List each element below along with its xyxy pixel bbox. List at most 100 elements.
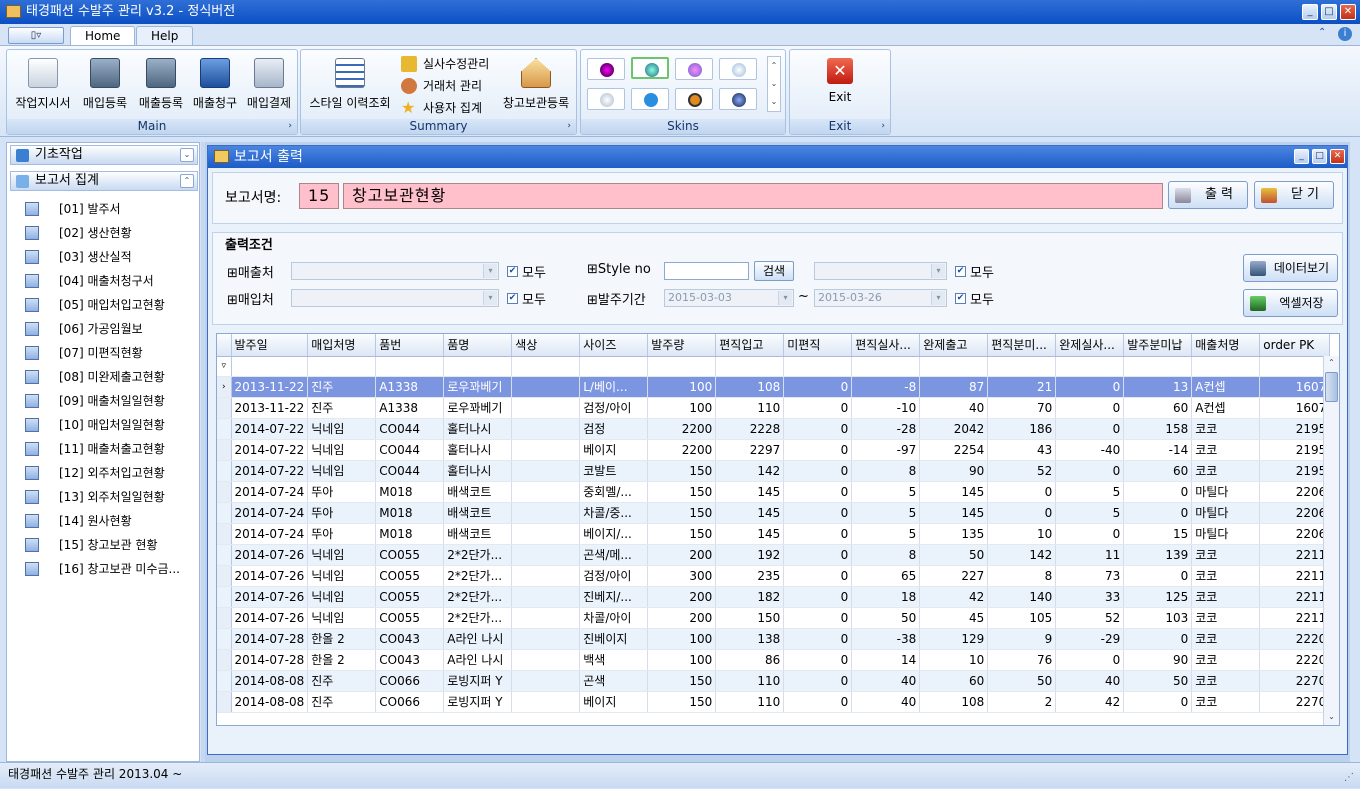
user-summary-button[interactable]: ★ 사용자 집계 <box>401 98 482 118</box>
table-cell[interactable]: 코코 <box>1191 670 1261 692</box>
table-cell[interactable]: 2014-07-24 <box>231 502 309 524</box>
close-report-button[interactable]: 닫 기 <box>1254 181 1334 209</box>
table-cell[interactable]: 로빙지퍼 Y <box>443 670 513 692</box>
chevron-up-icon[interactable]: ⌃ <box>180 174 194 188</box>
table-cell[interactable]: 0 <box>1123 691 1193 713</box>
column-header[interactable]: 발주량 <box>647 334 717 357</box>
column-header[interactable]: 매출처명 <box>1191 334 1261 357</box>
table-cell[interactable]: 52 <box>987 460 1057 482</box>
table-cell[interactable]: 2014-07-28 <box>231 628 309 650</box>
table-cell[interactable]: 139 <box>1123 544 1193 566</box>
row-indicator[interactable] <box>217 439 232 461</box>
table-cell[interactable]: A라인 나시 <box>443 649 513 671</box>
table-cell[interactable]: 차콜/중... <box>579 502 649 524</box>
table-cell[interactable]: 닉네임 <box>307 418 377 440</box>
resize-grip-icon[interactable]: ⋰ <box>1344 767 1354 789</box>
nav-item[interactable]: [13] 외주처일일현황 <box>25 487 165 507</box>
table-cell[interactable]: 2220 <box>1259 628 1331 650</box>
table-row[interactable]: 2014-08-08 진주 CO066 로빙지퍼 Y 베이지 150 110 0 40 108 2 4… <box>217 691 1331 713</box>
date-to-picker[interactable]: 2015-03-26 ▾ <box>814 289 947 307</box>
table-cell[interactable]: 홀터나시 <box>443 439 513 461</box>
table-cell[interactable]: 2220 <box>1259 649 1331 671</box>
table-cell[interactable]: 142 <box>715 460 785 482</box>
nav-item[interactable]: [15] 창고보관 현황 <box>25 535 158 555</box>
table-cell[interactable]: 0 <box>1123 502 1193 524</box>
table-cell[interactable]: 5 <box>851 481 921 503</box>
nav-section-reports[interactable]: 보고서 집계 ⌃ <box>10 171 198 191</box>
table-cell[interactable]: 13 <box>1123 376 1193 398</box>
table-cell[interactable]: 진베지/... <box>579 586 649 608</box>
table-cell[interactable]: A라인 나시 <box>443 628 513 650</box>
data-grid[interactable]: 발주일 매입처명 품번 품명 색상 사이즈 발주량 편직입고 미편직 편직실사... 완제출고 편직분… <box>216 333 1340 726</box>
table-cell[interactable]: 코코 <box>1191 460 1261 482</box>
period-all-checkbox[interactable]: ✔ <box>955 293 966 304</box>
filter-cell[interactable] <box>715 356 785 377</box>
table-cell[interactable]: 2042 <box>919 418 989 440</box>
table-cell[interactable] <box>511 628 581 650</box>
table-cell[interactable]: 40 <box>919 397 989 419</box>
table-cell[interactable]: 백색 <box>579 649 649 671</box>
warehouse-register-button[interactable]: 창고보관등록 <box>497 54 575 111</box>
filter-cell[interactable] <box>579 356 649 377</box>
table-cell[interactable]: CO043 <box>375 628 445 650</box>
purchase-register-button[interactable]: 매입등록 <box>79 54 131 111</box>
table-cell[interactable] <box>511 439 581 461</box>
table-cell[interactable]: 배색코트 <box>443 481 513 503</box>
table-cell[interactable]: 142 <box>987 544 1057 566</box>
table-cell[interactable]: 9 <box>987 628 1057 650</box>
sales-client-select[interactable]: ▾ <box>291 262 499 280</box>
table-cell[interactable]: 검정/아이 <box>579 565 649 587</box>
nav-section-basic[interactable]: 기초작업 ⌄ <box>10 145 198 165</box>
collapse-ribbon-icon[interactable]: ⌃ <box>1318 27 1326 38</box>
table-cell[interactable]: 0 <box>783 523 853 545</box>
table-cell[interactable]: 18 <box>851 586 921 608</box>
table-cell[interactable]: 103 <box>1123 607 1193 629</box>
table-cell[interactable]: -28 <box>851 418 921 440</box>
table-cell[interactable]: 110 <box>715 397 785 419</box>
row-indicator[interactable] <box>217 691 232 713</box>
print-button[interactable]: 출 력 <box>1168 181 1248 209</box>
table-row[interactable]: 2013-11-22 진주 A1338 로우꽈베기 검정/아이 100 110 0 -10 40 7… <box>217 397 1331 419</box>
row-indicator[interactable] <box>217 460 232 482</box>
table-cell[interactable]: 52 <box>1055 607 1125 629</box>
table-cell[interactable]: 0 <box>783 586 853 608</box>
column-header[interactable]: 미편직 <box>783 334 853 357</box>
table-cell[interactable]: 192 <box>715 544 785 566</box>
table-cell[interactable]: 40 <box>851 691 921 713</box>
table-cell[interactable]: 0 <box>783 397 853 419</box>
table-cell[interactable]: 5 <box>1055 481 1125 503</box>
excel-save-button[interactable]: 엑셀저장 <box>1243 289 1338 317</box>
skin-option-selected[interactable] <box>631 57 669 79</box>
table-row[interactable]: 2014-07-24 뚜아 M018 배색코트 중회멜/... 150 145 0 5 145 0 5… <box>217 481 1331 503</box>
nav-item[interactable]: [10] 매입처일일현황 <box>25 415 165 435</box>
table-row[interactable]: 2014-07-24 뚜아 M018 배색코트 베이지/... 150 145 0 5 135 10… <box>217 523 1331 545</box>
table-cell[interactable]: 닉네임 <box>307 439 377 461</box>
table-cell[interactable]: 90 <box>1123 649 1193 671</box>
table-cell[interactable]: CO055 <box>375 586 445 608</box>
table-cell[interactable]: 2211 <box>1259 544 1331 566</box>
table-cell[interactable]: 10 <box>987 523 1057 545</box>
table-cell[interactable]: 코발트 <box>579 460 649 482</box>
table-cell[interactable]: 코코 <box>1191 586 1261 608</box>
table-cell[interactable] <box>511 523 581 545</box>
table-cell[interactable]: 2254 <box>919 439 989 461</box>
nav-item[interactable]: [03] 생산실적 <box>25 247 132 267</box>
row-indicator[interactable] <box>217 670 232 692</box>
nav-item[interactable]: [05] 매입처입고현황 <box>25 295 165 315</box>
column-header[interactable]: 품번 <box>375 334 445 357</box>
table-cell[interactable]: 진주 <box>307 691 377 713</box>
purchase-client-label[interactable]: ⊞매입처 <box>227 289 274 308</box>
row-indicator[interactable] <box>217 481 232 503</box>
table-cell[interactable]: 10 <box>919 649 989 671</box>
table-cell[interactable]: 2228 <box>715 418 785 440</box>
table-cell[interactable]: 베이지 <box>579 439 649 461</box>
table-cell[interactable]: 2*2단가... <box>443 565 513 587</box>
table-cell[interactable]: 0 <box>1055 418 1125 440</box>
table-cell[interactable]: 150 <box>647 481 717 503</box>
table-row[interactable]: 2014-07-24 뚜아 M018 배색코트 차콜/중... 150 145 0 5 145 0 5… <box>217 502 1331 524</box>
filter-cell[interactable] <box>851 356 921 377</box>
table-cell[interactable]: CO066 <box>375 670 445 692</box>
table-cell[interactable]: 0 <box>783 544 853 566</box>
filter-cell[interactable] <box>443 356 513 377</box>
table-cell[interactable]: 2*2단가... <box>443 586 513 608</box>
